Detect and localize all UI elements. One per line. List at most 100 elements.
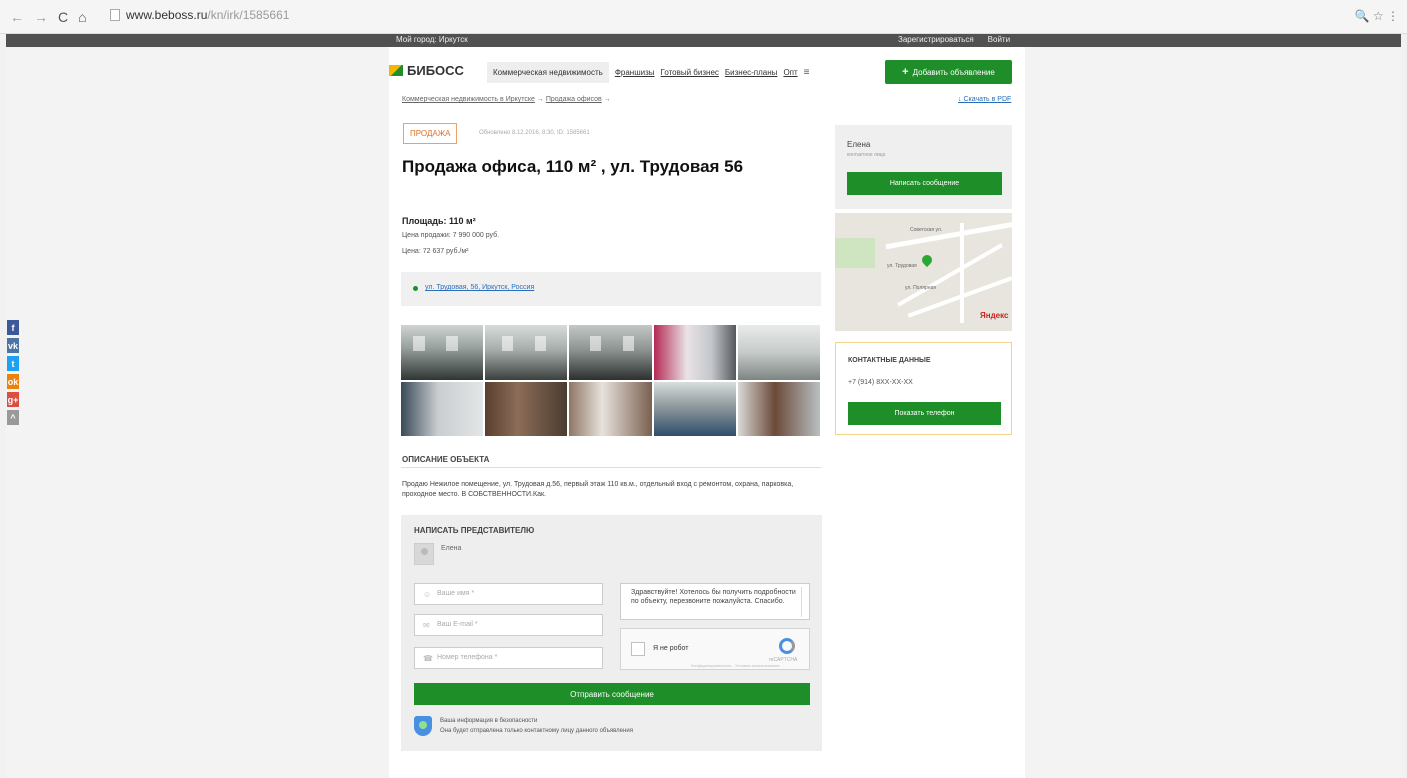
- gallery-photo[interactable]: [485, 381, 568, 436]
- browser-chrome: ← → C ⌂ www.beboss.ru/kn/irk/1585661 🔍 ☆…: [0, 0, 1407, 34]
- forward-icon[interactable]: →: [34, 9, 48, 25]
- name-placeholder: Ваше имя *: [437, 590, 475, 597]
- scrollbar[interactable]: [801, 587, 807, 617]
- divider: [401, 467, 821, 468]
- map-street-label: ул. Полярная: [905, 285, 937, 291]
- message-textarea[interactable]: Здравствуйте! Хотелось бы получить подро…: [620, 583, 810, 620]
- address-bar[interactable]: www.beboss.ru/kn/irk/1585661: [110, 8, 289, 22]
- page-title: Продажа офиса, 110 м² , ул. Трудовая 56: [402, 157, 744, 176]
- gallery-photo[interactable]: [569, 325, 652, 380]
- sale-price: Цена продажи: 7 990 000 руб.: [402, 232, 500, 239]
- user-icon: ☺: [423, 590, 432, 599]
- contacts-heading: КОНТАКТНЫЕ ДАННЫЕ: [848, 357, 931, 364]
- masked-phone: +7 (914) 8XX-XX-XX: [848, 379, 913, 386]
- add-listing-label: Добавить объявление: [912, 67, 995, 77]
- gallery-photo[interactable]: [653, 381, 736, 436]
- captcha-label: Я не робот: [653, 645, 689, 652]
- email-placeholder: Ваш E-mail *: [437, 621, 478, 628]
- url-path: /kn/irk/1585661: [207, 8, 290, 22]
- phone-field[interactable]: ☎ Номер телефона *: [414, 647, 603, 669]
- facebook-icon[interactable]: f: [7, 320, 19, 335]
- mail-icon: ✉: [423, 621, 430, 630]
- site-topbar: Мой город: Иркутск Зарегистрироваться Во…: [6, 34, 1401, 47]
- send-message-button[interactable]: Отправить сообщение: [414, 683, 810, 705]
- plus-icon: +: [902, 66, 909, 78]
- home-icon[interactable]: ⌂: [78, 9, 86, 25]
- gallery-photo[interactable]: [401, 325, 484, 380]
- area-value: Площадь: 110 м²: [402, 216, 476, 226]
- description-heading: ОПИСАНИЕ ОБЪЕКТА: [402, 455, 490, 464]
- google-plus-icon[interactable]: g+: [7, 392, 19, 407]
- location-map[interactable]: Советская ул. ул. Трудовая ул. Полярная …: [835, 213, 1012, 331]
- page-icon: [110, 9, 120, 21]
- map-street-label: ул. Трудовая: [887, 263, 917, 269]
- name-field[interactable]: ☺ Ваше имя *: [414, 583, 603, 605]
- menu-item-franchises[interactable]: Франшизы: [615, 68, 655, 77]
- back-icon[interactable]: ←: [10, 9, 24, 25]
- captcha-terms[interactable]: Конфиденциальность - Условия использован…: [691, 663, 780, 668]
- form-heading: НАПИСАТЬ ПРЕДСТАВИТЕЛЮ: [414, 526, 535, 535]
- twitter-icon[interactable]: t: [7, 356, 19, 371]
- avatar: [414, 543, 434, 565]
- breadcrumb-item-commercial[interactable]: Коммерческая недвижимость в Иркутске: [402, 96, 535, 103]
- email-field[interactable]: ✉ Ваш E-mail *: [414, 614, 603, 636]
- url-host: www.beboss.ru: [126, 8, 208, 22]
- photo-gallery: [401, 325, 820, 436]
- contacts-card: КОНТАКТНЫЕ ДАННЫЕ +7 (914) 8XX-XX-XX Пок…: [835, 342, 1012, 435]
- gallery-photo[interactable]: [653, 325, 736, 380]
- reload-icon[interactable]: C: [58, 9, 68, 25]
- gallery-photo[interactable]: [737, 381, 820, 436]
- map-marker-icon: [919, 252, 935, 268]
- browser-nav: ← → C ⌂: [10, 9, 87, 25]
- main-menu: Коммерческая недвижимость Франшизы Готов…: [487, 62, 810, 83]
- captcha-checkbox[interactable]: [631, 642, 645, 656]
- download-pdf-link[interactable]: ↓ Скачать в PDF: [958, 96, 1011, 103]
- odnoklassniki-icon[interactable]: ok: [7, 374, 19, 389]
- login-link[interactable]: Войти: [988, 35, 1010, 44]
- phone-placeholder: Номер телефона *: [437, 654, 498, 661]
- published-date: Обновлено 8.12.2016, 8:30, ID: 1585661: [479, 130, 590, 136]
- gallery-photo[interactable]: [737, 325, 820, 380]
- seller-card: Елена контактное лицо Написать сообщение: [835, 125, 1012, 209]
- scroll-up-icon[interactable]: ^: [7, 410, 19, 425]
- seller-role: контактное лицо: [847, 152, 886, 158]
- gallery-photo[interactable]: [401, 381, 484, 436]
- gallery-photo[interactable]: [485, 325, 568, 380]
- menu-item-commercial[interactable]: Коммерческая недвижимость: [487, 62, 609, 83]
- breadcrumb-separator: →: [536, 96, 544, 103]
- breadcrumb-arrow: →: [603, 96, 611, 103]
- address-link[interactable]: ул. Трудовая, 56, Иркутск, Россия: [425, 284, 534, 291]
- city-selector[interactable]: Мой город: Иркутск: [396, 35, 468, 44]
- message-text: Здравствуйте! Хотелось бы получить подро…: [631, 589, 796, 605]
- register-link[interactable]: Зарегистрироваться: [898, 35, 974, 44]
- gallery-photo[interactable]: [569, 381, 652, 436]
- seller-name: Елена: [847, 140, 871, 149]
- menu-item-bizplans[interactable]: Бизнес-планы: [725, 68, 778, 77]
- security-note-detail: Она будет отправлена только контактному …: [440, 728, 633, 734]
- map-street-label: Советская ул.: [910, 227, 943, 233]
- logo-mark-icon: [389, 65, 403, 76]
- security-note: Ваша информация в безопасности: [440, 718, 538, 724]
- browser-right-icons[interactable]: 🔍 ☆ ⋮: [1355, 9, 1399, 23]
- write-message-button[interactable]: Написать сообщение: [847, 172, 1002, 195]
- location-pin-icon: [413, 286, 418, 291]
- recaptcha-widget: Я не робот reCAPTCHA Конфиденциальность …: [620, 628, 810, 670]
- menu-more-icon[interactable]: ≡: [804, 67, 810, 78]
- menu-item-wholesale[interactable]: Опт: [783, 68, 797, 77]
- show-phone-button[interactable]: Показать телефон: [848, 402, 1001, 425]
- vk-icon[interactable]: vk: [7, 338, 19, 353]
- add-listing-button[interactable]: + Добавить объявление: [885, 60, 1012, 84]
- site-logo[interactable]: БИБОСС: [389, 63, 464, 78]
- auth-links: Зарегистрироваться Войти: [898, 35, 1010, 44]
- map-road: [960, 223, 964, 323]
- price-per-m2: Цена: 72 637 руб./м²: [402, 248, 469, 255]
- social-share-bar: f vk t ok g+ ^: [7, 320, 19, 428]
- deal-type-badge: ПРОДАЖА: [403, 123, 458, 144]
- logo-text: БИБОСС: [407, 63, 464, 78]
- address-box: ул. Трудовая, 56, Иркутск, Россия: [401, 272, 821, 306]
- breadcrumb-item-offices[interactable]: Продажа офисов: [546, 96, 602, 103]
- phone-icon: ☎: [423, 654, 433, 663]
- menu-item-business[interactable]: Готовый бизнес: [661, 68, 719, 77]
- representative-name: Елена: [441, 545, 462, 552]
- yandex-logo: Яндекс: [980, 311, 1009, 320]
